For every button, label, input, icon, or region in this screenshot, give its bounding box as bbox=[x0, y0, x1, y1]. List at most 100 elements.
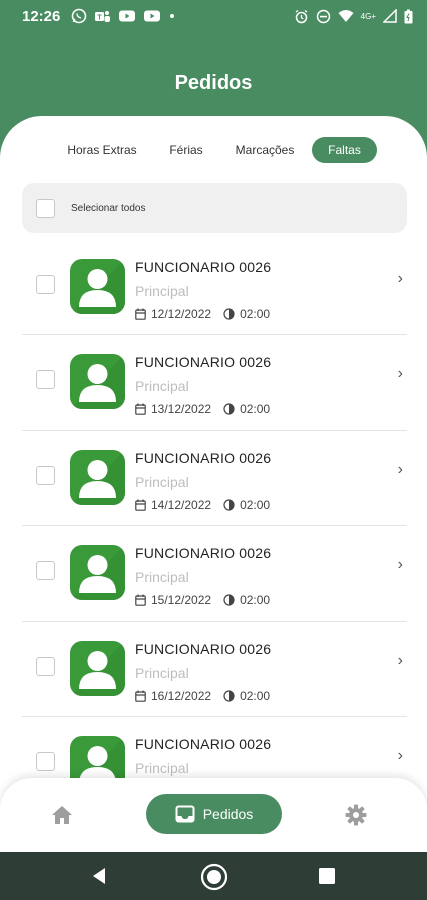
chevron-right-icon[interactable]: › bbox=[398, 556, 403, 574]
employee-role: Principal bbox=[135, 283, 189, 299]
select-all-label: Selecionar todos bbox=[71, 202, 146, 214]
recents-icon[interactable] bbox=[318, 867, 336, 890]
request-meta: 12/12/2022 02:00 bbox=[135, 307, 270, 321]
calendar-icon bbox=[135, 499, 146, 511]
select-all-bar[interactable]: Selecionar todos bbox=[22, 183, 407, 233]
employee-name: FUNCIONARIO 0026 bbox=[135, 545, 272, 562]
clock-half-icon bbox=[223, 594, 235, 606]
request-date: 14/12/2022 bbox=[151, 497, 212, 512]
svg-text:T: T bbox=[98, 15, 103, 22]
select-all-checkbox[interactable] bbox=[36, 198, 55, 218]
request-date: 13/12/2022 bbox=[151, 402, 212, 417]
teams-icon: T bbox=[94, 8, 111, 24]
clock-half-icon bbox=[223, 499, 235, 511]
chevron-right-icon[interactable]: › bbox=[398, 461, 403, 479]
youtube-icon bbox=[118, 9, 136, 23]
chevron-right-icon[interactable]: › bbox=[398, 270, 403, 288]
whatsapp-icon bbox=[71, 8, 87, 24]
do-not-disturb-icon bbox=[316, 9, 331, 24]
request-hours: 02:00 bbox=[240, 497, 271, 512]
request-row[interactable]: FUNCIONARIO 0026 Principal 13/12/2022 02… bbox=[22, 335, 407, 431]
employee-role: Principal bbox=[135, 473, 189, 490]
request-hours: 02:00 bbox=[240, 688, 271, 703]
status-bar: 12:26 T 4G+ bbox=[0, 0, 427, 32]
status-time: 12:26 bbox=[22, 7, 61, 25]
employee-name: FUNCIONARIO 0026 bbox=[135, 259, 272, 275]
request-meta: 16/12/2022 02:00 bbox=[135, 689, 270, 703]
request-hours: 02:00 bbox=[240, 593, 271, 608]
signal-icon bbox=[383, 9, 397, 23]
request-date: 12/12/2022 bbox=[151, 307, 212, 321]
calendar-icon bbox=[135, 308, 146, 320]
request-meta: 13/12/2022 02:00 bbox=[135, 402, 270, 416]
hours-group: 02:00 bbox=[223, 593, 270, 607]
chevron-right-icon[interactable]: › bbox=[398, 652, 403, 670]
avatar bbox=[70, 735, 125, 778]
nav-pedidos-label: Pedidos bbox=[202, 806, 254, 822]
clock-half-icon bbox=[223, 403, 235, 415]
employee-role: Principal bbox=[135, 569, 189, 586]
row-checkbox[interactable] bbox=[36, 275, 55, 294]
back-icon[interactable] bbox=[90, 865, 108, 892]
status-right: 4G+ bbox=[294, 9, 413, 24]
home-icon[interactable] bbox=[50, 804, 74, 831]
youtube-icon bbox=[143, 9, 161, 23]
avatar bbox=[70, 449, 125, 505]
request-date: 15/12/2022 bbox=[151, 593, 212, 608]
tab-faltas[interactable]: Faltas bbox=[312, 137, 377, 163]
request-row[interactable]: FUNCIONARIO 0026 Principal 16/12/2022 02… bbox=[22, 622, 407, 717]
tab-marcacoes[interactable]: Marcações bbox=[226, 137, 304, 163]
request-list[interactable]: FUNCIONARIO 0026 Principal 12/12/2022 02… bbox=[22, 240, 407, 778]
hours-group: 02:00 bbox=[223, 402, 270, 416]
calendar-icon bbox=[135, 690, 146, 702]
page-title: Pedidos bbox=[174, 72, 253, 94]
hours-group: 02:00 bbox=[223, 307, 270, 321]
employee-role: Principal bbox=[135, 664, 189, 681]
clock-half-icon bbox=[223, 689, 235, 702]
status-left: 12:26 T bbox=[22, 8, 176, 25]
alarm-icon bbox=[294, 9, 309, 24]
employee-name: FUNCIONARIO 0026 bbox=[135, 640, 272, 657]
battery-icon bbox=[404, 9, 413, 24]
hours-group: 02:00 bbox=[223, 689, 270, 703]
tab-bar: Horas Extras Férias Marcações Faltas bbox=[0, 137, 427, 163]
gear-icon[interactable] bbox=[344, 803, 368, 832]
chevron-right-icon[interactable]: › bbox=[398, 365, 403, 383]
tab-ferias[interactable]: Férias bbox=[160, 137, 212, 163]
employee-name: FUNCIONARIO 0026 bbox=[135, 449, 272, 466]
calendar-icon bbox=[135, 594, 146, 606]
system-nav-bar bbox=[0, 852, 427, 900]
request-row[interactable]: FUNCIONARIO 0026 Principal 15/12/2022 02… bbox=[22, 526, 407, 622]
nav-pedidos-button[interactable]: Pedidos bbox=[146, 794, 282, 834]
chevron-right-icon[interactable]: › bbox=[398, 747, 403, 765]
notification-dot-icon bbox=[168, 12, 176, 20]
request-row[interactable]: FUNCIONARIO 0026 Principal 12/12/2022 02… bbox=[22, 240, 407, 336]
avatar bbox=[70, 354, 125, 410]
request-row[interactable]: FUNCIONARIO 0026 Principal › bbox=[22, 717, 407, 778]
avatar bbox=[70, 640, 125, 696]
calendar-icon bbox=[135, 403, 146, 416]
network-type-label: 4G+ bbox=[360, 11, 376, 21]
employee-name: FUNCIONARIO 0026 bbox=[135, 354, 272, 371]
request-meta: 14/12/2022 02:00 bbox=[135, 498, 270, 512]
tab-horas-extras[interactable]: Horas Extras bbox=[58, 137, 146, 163]
employee-role: Principal bbox=[135, 378, 189, 395]
row-checkbox[interactable] bbox=[36, 561, 55, 581]
request-meta: 15/12/2022 02:00 bbox=[135, 593, 270, 607]
request-hours: 02:00 bbox=[240, 402, 271, 417]
home-circle-icon[interactable] bbox=[200, 863, 228, 896]
clock-half-icon bbox=[223, 308, 235, 320]
avatar bbox=[70, 545, 125, 601]
row-checkbox[interactable] bbox=[36, 751, 55, 771]
employee-role: Principal bbox=[135, 759, 189, 776]
hours-group: 02:00 bbox=[223, 498, 270, 512]
row-checkbox[interactable] bbox=[36, 370, 55, 390]
bottom-nav: Pedidos bbox=[0, 778, 427, 852]
avatar bbox=[70, 259, 125, 314]
row-checkbox[interactable] bbox=[36, 465, 55, 485]
employee-name: FUNCIONARIO 0026 bbox=[135, 735, 272, 752]
request-hours: 02:00 bbox=[240, 307, 271, 321]
request-row[interactable]: FUNCIONARIO 0026 Principal 14/12/2022 02… bbox=[22, 431, 407, 527]
inbox-icon bbox=[175, 805, 195, 823]
row-checkbox[interactable] bbox=[36, 656, 55, 676]
